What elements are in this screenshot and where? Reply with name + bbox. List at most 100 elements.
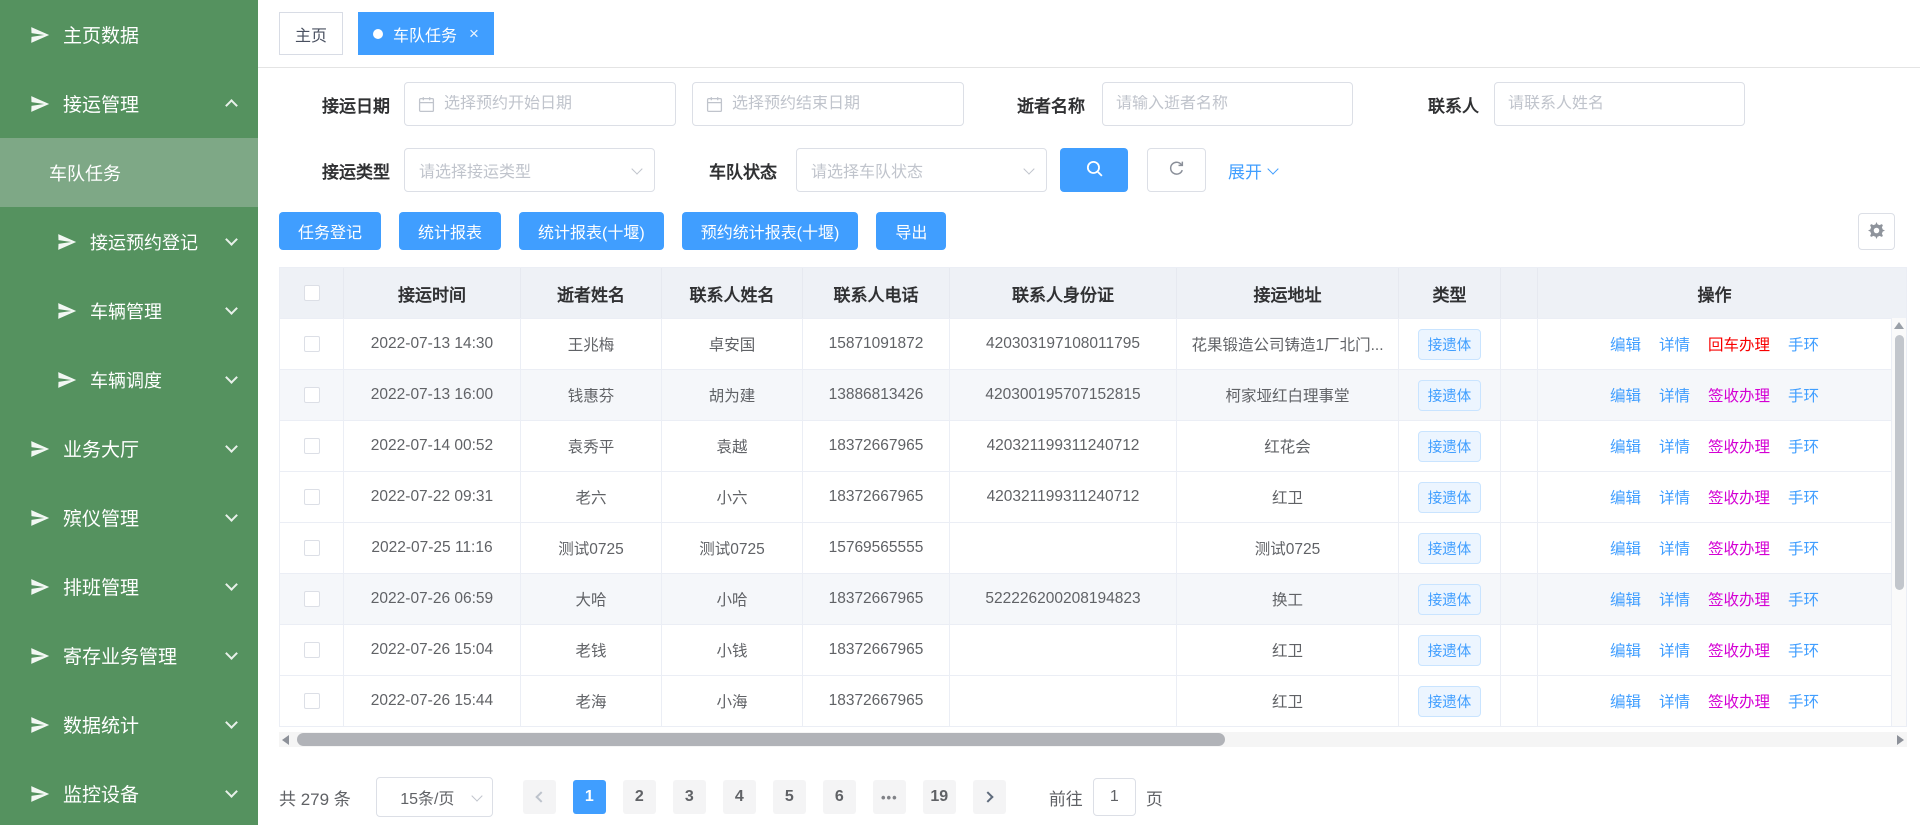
app-root: 主页数据 接运管理 车队任务 (0, 0, 1920, 825)
edit-link[interactable]: 编辑 (1610, 333, 1641, 355)
horizontal-scrollbar[interactable] (279, 732, 1907, 747)
detail-link[interactable]: 详情 (1659, 537, 1690, 559)
process-link[interactable]: 签收办理 (1708, 690, 1770, 712)
horizontal-scroll-thumb[interactable] (297, 733, 1225, 746)
sidebar-item[interactable]: 监控设备 (0, 759, 258, 825)
edit-link[interactable]: 编辑 (1610, 435, 1641, 457)
row-checkbox[interactable] (304, 336, 320, 352)
sidebar-item[interactable]: 数据统计 (0, 690, 258, 759)
date-end-input[interactable] (692, 82, 964, 126)
tab-home[interactable]: 主页 (279, 12, 343, 55)
wristband-link[interactable]: 手环 (1788, 690, 1819, 712)
row-checkbox[interactable] (304, 387, 320, 403)
toolbar-button[interactable]: 预约统计报表(十堰) (682, 212, 859, 250)
wristband-link[interactable]: 手环 (1788, 639, 1819, 661)
scroll-left-arrow-icon[interactable] (282, 735, 289, 745)
scroll-up-arrow-icon[interactable] (1894, 322, 1904, 329)
toolbar-button[interactable]: 统计报表(十堰) (519, 212, 664, 250)
sidebar-item[interactable]: 车辆管理 (0, 276, 258, 345)
sidebar-item[interactable]: 车队任务 (0, 138, 258, 207)
row-checkbox[interactable] (304, 693, 320, 709)
edit-link[interactable]: 编辑 (1610, 588, 1641, 610)
wristband-link[interactable]: 手环 (1788, 333, 1819, 355)
detail-link[interactable]: 详情 (1659, 690, 1690, 712)
process-link[interactable]: 签收办理 (1708, 537, 1770, 559)
edit-link[interactable]: 编辑 (1610, 384, 1641, 406)
edit-link[interactable]: 编辑 (1610, 639, 1641, 661)
page-size-select[interactable]: 15条/页 (376, 777, 493, 817)
process-link[interactable]: 签收办理 (1708, 435, 1770, 457)
page-button[interactable]: 2 (623, 780, 656, 814)
sidebar-item[interactable]: 接运管理 (0, 69, 258, 138)
chevron-down-icon (1267, 163, 1278, 174)
tab-fleet-tasks[interactable]: 车队任务 × (358, 12, 494, 55)
wristband-link[interactable]: 手环 (1788, 588, 1819, 610)
fleet-status-select[interactable]: 请选择车队状态 (796, 148, 1047, 192)
deceased-name-input[interactable] (1102, 82, 1353, 126)
sidebar-item[interactable]: 接运预约登记 (0, 207, 258, 276)
goto-label: 前往 (1049, 785, 1083, 810)
prev-page-button[interactable] (523, 780, 556, 814)
process-link[interactable]: 签收办理 (1708, 588, 1770, 610)
page-button[interactable]: 3 (673, 780, 706, 814)
next-page-button[interactable] (973, 780, 1006, 814)
edit-link[interactable]: 编辑 (1610, 486, 1641, 508)
page-button[interactable]: 19 (923, 780, 956, 814)
goto-page-input[interactable] (1093, 778, 1136, 816)
horizontal-scroll-track[interactable] (293, 732, 1893, 747)
vertical-scroll-thumb[interactable] (1895, 335, 1904, 590)
process-link[interactable]: 签收办理 (1708, 384, 1770, 406)
detail-link[interactable]: 详情 (1659, 333, 1690, 355)
edit-link[interactable]: 编辑 (1610, 537, 1641, 559)
row-checkbox[interactable] (304, 591, 320, 607)
sidebar-item[interactable]: 排班管理 (0, 552, 258, 621)
search-button[interactable] (1060, 148, 1128, 192)
detail-link[interactable]: 详情 (1659, 435, 1690, 457)
date-start-field[interactable] (444, 95, 662, 113)
edit-link[interactable]: 编辑 (1610, 690, 1641, 712)
sidebar-item[interactable]: 业务大厅 (0, 414, 258, 483)
detail-link[interactable]: 详情 (1659, 639, 1690, 661)
col-header-spacer (1501, 268, 1538, 318)
row-checkbox[interactable] (304, 540, 320, 556)
contact-name-input[interactable] (1494, 82, 1745, 126)
page-button[interactable]: 6 (823, 780, 856, 814)
process-link[interactable]: 签收办理 (1708, 639, 1770, 661)
toolbar-button[interactable]: 导出 (876, 212, 946, 250)
vertical-scrollbar[interactable] (1891, 318, 1906, 726)
toolbar-button[interactable]: 任务登记 (279, 212, 381, 250)
page-button[interactable]: 1 (573, 780, 606, 814)
page-button[interactable]: ••• (873, 780, 906, 814)
scroll-right-arrow-icon[interactable] (1897, 735, 1904, 745)
contact-name-field[interactable] (1508, 95, 1731, 113)
process-link[interactable]: 签收办理 (1708, 486, 1770, 508)
row-checkbox[interactable] (304, 438, 320, 454)
process-link[interactable]: 回车办理 (1708, 333, 1770, 355)
pickup-type-select[interactable]: 请选择接运类型 (404, 148, 655, 192)
row-checkbox[interactable] (304, 489, 320, 505)
detail-link[interactable]: 详情 (1659, 588, 1690, 610)
close-icon[interactable]: × (469, 25, 479, 42)
detail-link[interactable]: 详情 (1659, 384, 1690, 406)
wristband-link[interactable]: 手环 (1788, 435, 1819, 457)
sidebar-item[interactable]: 车辆调度 (0, 345, 258, 414)
sidebar-item[interactable]: 主页数据 (0, 0, 258, 69)
column-settings-button[interactable] (1858, 213, 1895, 250)
toolbar-button[interactable]: 统计报表 (399, 212, 501, 250)
sidebar-item[interactable]: 殡仪管理 (0, 483, 258, 552)
refresh-button[interactable] (1147, 148, 1206, 192)
sidebar-item[interactable]: 寄存业务管理 (0, 621, 258, 690)
date-start-input[interactable] (404, 82, 676, 126)
select-all-checkbox[interactable] (304, 285, 320, 301)
row-checkbox[interactable] (304, 642, 320, 658)
wristband-link[interactable]: 手环 (1788, 384, 1819, 406)
detail-link[interactable]: 详情 (1659, 486, 1690, 508)
page-button[interactable]: 5 (773, 780, 806, 814)
wristband-link[interactable]: 手环 (1788, 537, 1819, 559)
cell-contact-phone: 18372667965 (803, 676, 950, 726)
expand-link[interactable]: 展开 (1228, 158, 1277, 183)
wristband-link[interactable]: 手环 (1788, 486, 1819, 508)
page-button[interactable]: 4 (723, 780, 756, 814)
date-end-field[interactable] (732, 95, 950, 113)
deceased-name-field[interactable] (1116, 95, 1339, 113)
